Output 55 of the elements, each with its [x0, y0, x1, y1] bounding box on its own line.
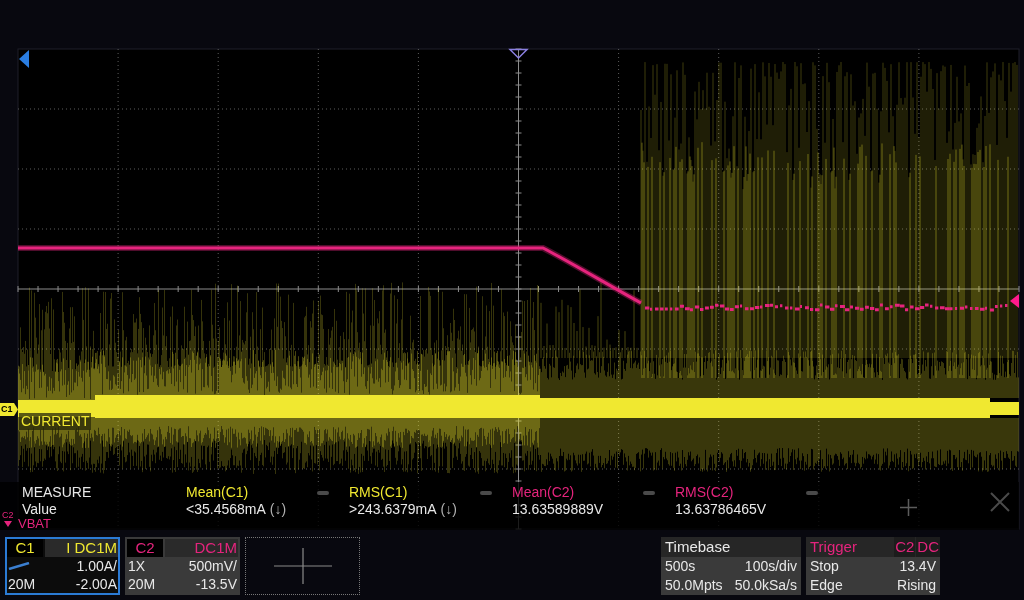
offset-value: -13.5V: [195, 575, 237, 593]
sample-rate: 50.0kSa/s: [734, 576, 797, 595]
row-label: Value: [22, 501, 57, 517]
trigger-coupling: DC: [916, 537, 940, 557]
channel-name-label: CURRENT: [19, 413, 92, 430]
memory-depth: 50.0Mpts: [665, 576, 723, 595]
coupling-label: DC1M: [165, 539, 238, 557]
measurement-name: RMS(C2): [675, 484, 734, 501]
measurement-value: <35.4568mA: [186, 501, 266, 517]
channel-tag: C2: [2, 511, 14, 520]
down-triangle-icon: [508, 48, 529, 60]
panel-title: Trigger: [810, 537, 857, 557]
plus-icon: [273, 548, 332, 584]
channel-tag: C1: [0, 403, 18, 416]
measurement-value: 13.63589889V: [512, 501, 604, 517]
close-icon[interactable]: [990, 492, 1010, 512]
trigger-panel[interactable]: Trigger C2 DC Stop 13.4V Edge Rising: [806, 537, 940, 595]
bandwidth-value: 20M: [128, 575, 156, 593]
trend-indicator: (↓): [440, 501, 457, 517]
channel-name-label: VBAT: [18, 517, 51, 530]
trigger-type: Edge: [810, 576, 843, 595]
offset-value: -2.00A: [75, 575, 117, 593]
coupling-label: I DC1M: [45, 539, 118, 557]
minus-icon[interactable]: [480, 490, 492, 495]
slanted-line-icon: [8, 562, 30, 570]
trigger-level-value: 13.4V: [899, 557, 936, 576]
measurement-value: 13.63786465V: [675, 501, 767, 517]
measurement-value: >243.6379mA: [349, 501, 437, 517]
timebase-scale: 100s/div: [744, 557, 797, 576]
measurement-name: Mean(C1): [186, 484, 249, 501]
scale-value: 1.00A/: [76, 557, 117, 575]
channel-panel[interactable]: C1 I DC1M 1.00A/ 20M -2.00A: [5, 537, 120, 595]
add-icon[interactable]: [900, 498, 917, 516]
left-triangle-icon: [19, 50, 29, 68]
channel-label: C2: [127, 539, 163, 557]
trend-indicator: (↓): [269, 501, 287, 517]
bandwidth-value: 20M: [8, 575, 36, 593]
panel-title: Timebase: [661, 537, 801, 557]
add-channel-button[interactable]: [245, 537, 360, 595]
trigger-slope: Rising: [897, 576, 936, 595]
measure-title: MEASURE: [22, 484, 92, 501]
minus-icon[interactable]: [643, 490, 655, 495]
channel-label: C1: [7, 539, 43, 557]
channel-panel[interactable]: C2 DC1M 1X 500mV/ 20M -13.5V: [125, 537, 240, 595]
delay-value: 500s: [665, 557, 696, 576]
left-triangle-icon: [1010, 294, 1019, 308]
measurement-name: RMS(C1): [349, 484, 408, 501]
trigger-source: C2: [894, 537, 916, 557]
scale-value: 500mV/: [188, 557, 237, 575]
timebase-panel[interactable]: Timebase 500s 100s/div 50.0Mpts 50.0kSa/s: [661, 537, 801, 595]
trigger-state: Stop: [810, 557, 839, 576]
minus-icon[interactable]: [806, 490, 818, 495]
measurement-name: Mean(C2): [512, 484, 575, 501]
probe-value: 1X: [128, 557, 146, 575]
minus-icon[interactable]: [317, 490, 329, 495]
